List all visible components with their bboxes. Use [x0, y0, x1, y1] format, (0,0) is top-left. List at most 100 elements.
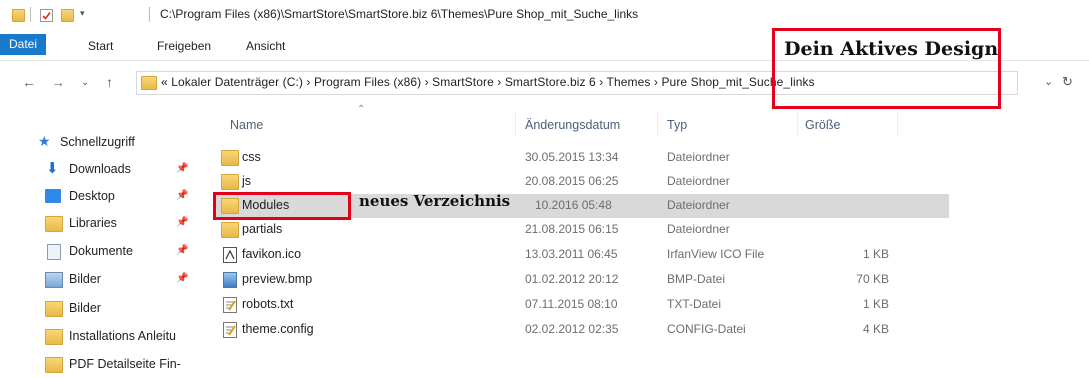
nav-label: Dokumente	[69, 244, 133, 258]
nav-item-desktop[interactable]: Desktop 📌	[45, 187, 195, 211]
tab-ansicht[interactable]: Ansicht	[246, 39, 285, 53]
file-type: TXT-Datei	[667, 297, 722, 311]
file-type: Dateiordner	[667, 222, 730, 236]
up-arrow-icon[interactable]: ↑	[106, 74, 113, 90]
address-dropdown-icon[interactable]: ⌄	[1044, 75, 1053, 88]
file-size: 70 KB	[856, 272, 889, 286]
file-name: favikon.ico	[242, 247, 302, 261]
image-file-icon	[223, 272, 237, 288]
nav-item-bilder-folder[interactable]: Bilder	[45, 299, 195, 323]
nav-item-dokumente[interactable]: Dokumente 📌	[45, 242, 195, 266]
column-header-type[interactable]: Typ	[667, 118, 687, 132]
tab-freigeben[interactable]: Freigeben	[157, 39, 211, 53]
annotation-active-design: Dein Aktives Design	[784, 38, 999, 60]
column-header-date[interactable]: Änderungsdatum	[525, 118, 620, 132]
file-row[interactable]: favikon.ico 13.03.2011 06:45 IrfanView I…	[213, 243, 949, 267]
back-arrow-icon[interactable]: ←	[22, 74, 36, 90]
breadcrumb[interactable]: « Lokaler Datenträger (C:) › Program Fil…	[161, 75, 815, 89]
file-row[interactable]: js 20.08.2015 06:25 Dateiordner	[213, 170, 949, 194]
file-name: css	[242, 150, 261, 164]
file-date: 07.11.2015 08:10	[525, 297, 618, 311]
folder-icon	[221, 222, 239, 238]
nav-item-bilder[interactable]: Bilder 📌	[45, 270, 195, 294]
nav-label: Schnellzugriff	[60, 135, 135, 149]
file-row[interactable]: preview.bmp 01.02.2012 20:12 BMP-Datei 7…	[213, 268, 949, 292]
file-type: IrfanView ICO File	[667, 247, 765, 261]
pictures-icon	[45, 272, 63, 288]
pin-icon[interactable]: 📌	[176, 163, 188, 174]
nav-label: PDF Detailseite Fin-	[69, 357, 181, 371]
pin-icon[interactable]: 📌	[176, 273, 188, 284]
file-name: js	[242, 174, 252, 188]
column-divider[interactable]	[515, 112, 516, 136]
file-date: 30.05.2015 13:34	[525, 150, 619, 164]
nav-item-libraries[interactable]: Libraries 📌	[45, 214, 195, 238]
nav-label: Desktop	[69, 189, 115, 203]
folder-icon	[221, 174, 239, 190]
file-name: partials	[242, 222, 283, 236]
folder-icon	[45, 329, 63, 345]
tab-start[interactable]: Start	[88, 39, 113, 53]
pin-icon[interactable]: 📌	[176, 190, 188, 201]
column-header-size[interactable]: Größe	[805, 118, 840, 132]
star-icon: ★	[38, 133, 51, 149]
file-type: Dateiordner	[667, 198, 730, 212]
nav-label: Libraries	[69, 216, 117, 230]
documents-icon	[47, 244, 61, 260]
nav-label: Downloads	[69, 162, 131, 176]
new-folder-icon[interactable]	[61, 9, 74, 22]
file-date: 20.08.2015 06:25	[525, 174, 619, 188]
column-divider[interactable]	[897, 112, 898, 136]
nav-quick-access[interactable]: ★ Schnellzugriff	[38, 133, 188, 157]
download-icon: ⬇	[46, 160, 59, 177]
file-date: 02.02.2012 02:35	[525, 322, 619, 336]
properties-icon[interactable]	[40, 9, 53, 22]
refresh-icon[interactable]: ↻	[1062, 74, 1073, 90]
title-bar: ▾ C:\Program Files (x86)\SmartStore\Smar…	[0, 0, 1089, 30]
highlight-box-modules	[213, 192, 351, 220]
nav-label: Bilder	[69, 272, 101, 286]
file-type: BMP-Datei	[667, 272, 726, 286]
sort-ascending-icon: ⌃	[357, 104, 366, 115]
divider	[30, 7, 31, 22]
folder-icon	[45, 357, 63, 373]
file-row[interactable]: partials 21.08.2015 06:15 Dateiordner	[213, 218, 949, 242]
file-size: 4 KB	[862, 322, 889, 336]
folder-icon	[45, 216, 63, 232]
file-name: robots.txt	[242, 297, 294, 311]
column-header-name[interactable]: Name	[230, 118, 263, 132]
file-date: 01.02.2012 20:12	[525, 272, 619, 286]
file-name: theme.config	[242, 322, 314, 336]
file-date: 10.2016 05:48	[535, 198, 612, 212]
column-divider[interactable]	[797, 112, 798, 136]
file-type: Dateiordner	[667, 174, 730, 188]
nav-item-pdf-detailseite[interactable]: PDF Detailseite Fin-	[45, 355, 200, 379]
pin-icon[interactable]: 📌	[176, 217, 188, 228]
nav-label: Bilder	[69, 301, 101, 315]
folder-icon	[141, 76, 157, 90]
file-type: Dateiordner	[667, 150, 730, 164]
column-divider[interactable]	[657, 112, 658, 136]
file-row[interactable]: robots.txt 07.11.2015 08:10 TXT-Datei 1 …	[213, 293, 949, 317]
annotation-new-directory: neues Verzeichnis	[359, 192, 511, 210]
file-size: 1 KB	[862, 297, 889, 311]
file-date: 13.03.2011 06:45	[525, 247, 618, 261]
desktop-icon	[45, 189, 61, 203]
ico-file-icon	[223, 247, 237, 263]
file-row[interactable]: theme.config 02.02.2012 02:35 CONFIG-Dat…	[213, 318, 949, 342]
nav-item-installations[interactable]: Installations Anleitu	[45, 327, 200, 351]
file-row[interactable]: css 30.05.2015 13:34 Dateiordner	[213, 146, 949, 170]
forward-arrow-icon[interactable]: →	[51, 74, 65, 90]
nav-item-downloads[interactable]: ⬇ Downloads 📌	[45, 160, 195, 184]
file-size: 1 KB	[862, 247, 889, 261]
tab-datei[interactable]: Datei	[0, 34, 46, 55]
recent-locations-icon[interactable]: ⌄	[81, 77, 89, 88]
pin-icon[interactable]: 📌	[176, 245, 188, 256]
customize-quick-access-icon[interactable]: ▾	[80, 8, 85, 19]
folder-icon	[221, 150, 239, 166]
file-type: CONFIG-Datei	[667, 322, 746, 336]
nav-label: Installations Anleitu	[69, 329, 177, 343]
folder-icon	[45, 301, 63, 317]
config-file-icon	[223, 322, 237, 338]
text-file-icon	[223, 297, 237, 313]
